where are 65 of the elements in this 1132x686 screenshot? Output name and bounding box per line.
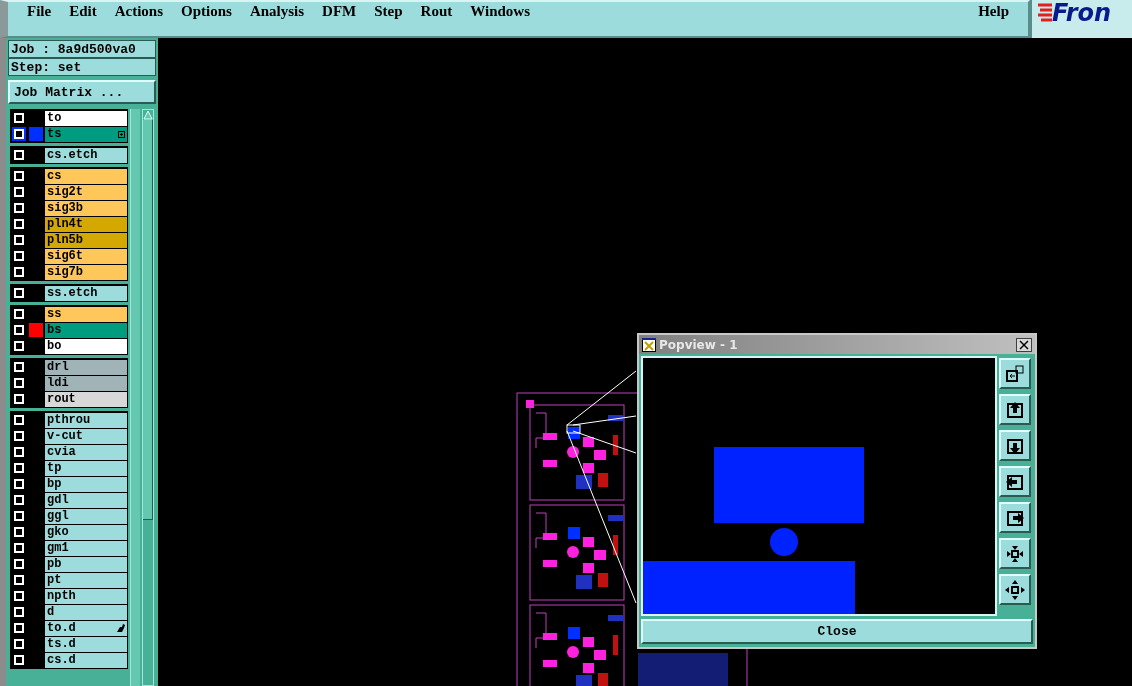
close-icon <box>1019 339 1029 350</box>
window-title: Popview - 1 <box>659 337 738 352</box>
layer-name[interactable]: pln4t <box>45 216 127 232</box>
job-label: Job : 8a9d500va0 <box>8 40 156 58</box>
layer-name[interactable]: d <box>45 604 127 620</box>
layer-name[interactable]: bp <box>45 476 127 492</box>
view-tool-button[interactable] <box>999 358 1031 389</box>
layer-name[interactable]: ss <box>45 306 127 322</box>
menu-item[interactable]: Step <box>365 2 412 20</box>
close-button[interactable]: Close <box>641 619 1033 644</box>
zoom-frame <box>566 424 581 434</box>
menu-item[interactable]: Rout <box>411 2 462 20</box>
job-matrix-button[interactable]: Job Matrix ... <box>8 80 156 104</box>
layer-name[interactable]: cs <box>45 168 127 184</box>
layer-name[interactable]: sig2t <box>45 184 127 200</box>
layer-name[interactable]: pb <box>45 556 127 572</box>
help-menu[interactable]: Help <box>969 2 1018 20</box>
menu-item[interactable]: File <box>18 2 61 20</box>
layer-name[interactable]: ts <box>45 126 127 142</box>
layer-name[interactable]: v-cut <box>45 428 127 444</box>
layer-name[interactable]: pthrou <box>45 412 127 428</box>
view-tool-button[interactable] <box>999 574 1031 605</box>
layer-name[interactable]: cvia <box>45 444 127 460</box>
scroll-track[interactable] <box>130 109 140 686</box>
layer-name[interactable]: tp <box>45 460 127 476</box>
layer-name[interactable]: to.d <box>45 620 127 636</box>
layer-name[interactable]: rout <box>45 391 127 407</box>
menu-item[interactable]: Windows <box>461 2 539 20</box>
speed-lines-icon <box>1038 3 1052 23</box>
layer-name[interactable]: pt <box>45 572 127 588</box>
layer-name[interactable]: drl <box>45 359 127 375</box>
layer-name[interactable]: gm1 <box>45 540 127 556</box>
view-tool-button[interactable] <box>999 538 1031 569</box>
layer-name[interactable]: sig7b <box>45 264 127 280</box>
layer-name[interactable]: npth <box>45 588 127 604</box>
menu-item[interactable]: Actions <box>105 2 172 20</box>
layer-name[interactable]: ss.etch <box>45 285 127 301</box>
layer-name[interactable]: cs.etch <box>45 147 127 163</box>
menu-item[interactable]: Options <box>172 2 241 20</box>
layer-name[interactable]: bs <box>45 322 127 338</box>
layer-name[interactable]: pln5b <box>45 232 127 248</box>
layer-name[interactable]: to <box>45 110 127 126</box>
layer-name[interactable]: ggl <box>45 508 127 524</box>
close-button[interactable] <box>1016 337 1032 352</box>
layer-name[interactable]: sig6t <box>45 248 127 264</box>
scrollbar[interactable] <box>142 109 154 686</box>
layer-name[interactable]: sig3b <box>45 200 127 216</box>
view-tool-button[interactable] <box>999 430 1031 461</box>
view-tool-button[interactable] <box>999 466 1031 497</box>
menu-item[interactable]: Analysis <box>240 2 314 20</box>
layer-name[interactable]: gdl <box>45 492 127 508</box>
view-tool-button[interactable] <box>999 502 1031 533</box>
layer-name[interactable]: ts.d <box>45 636 127 652</box>
layer-name[interactable]: cs.d <box>45 652 127 668</box>
layer-name[interactable]: bo <box>45 338 127 354</box>
window-icon <box>642 337 656 352</box>
step-label: Step: set <box>8 58 156 76</box>
menu-item[interactable]: Edit <box>60 2 106 20</box>
zoom-out-icon <box>1004 578 1026 601</box>
logo: Fron <box>1052 0 1112 26</box>
layer-name[interactable]: ldi <box>45 375 127 391</box>
window-link-icon <box>1004 362 1026 385</box>
layer-name[interactable]: gko <box>45 524 127 540</box>
menu-item[interactable]: DFM <box>313 2 366 20</box>
view-tool-button[interactable] <box>999 394 1031 425</box>
